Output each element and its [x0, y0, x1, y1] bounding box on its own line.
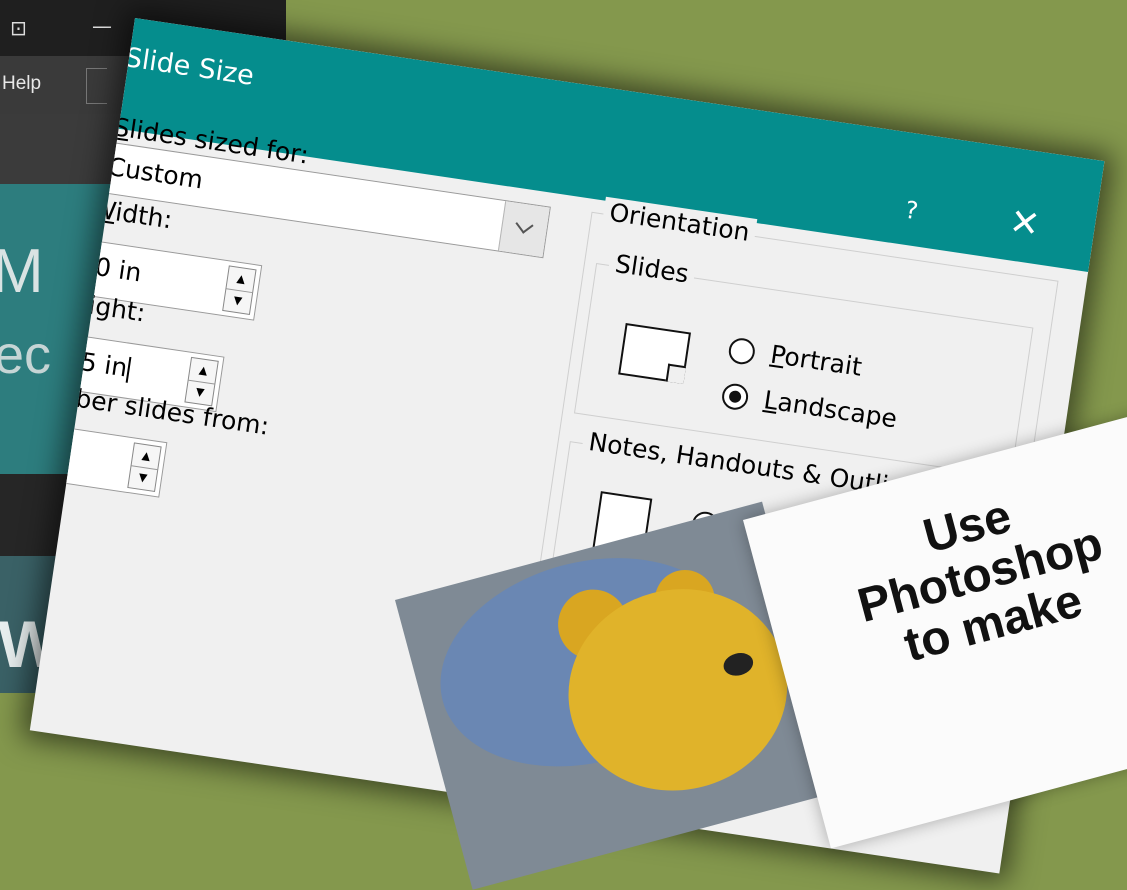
- menu-help[interactable]: Help: [2, 73, 41, 95]
- slide-subtitle-text: ec: [0, 325, 52, 385]
- width-spin-buttons: ▲ ▼: [222, 265, 257, 315]
- spin-down-icon[interactable]: ▼: [128, 465, 157, 491]
- height-spin-buttons: ▲ ▼: [184, 356, 219, 407]
- close-button[interactable]: ✕: [1007, 201, 1043, 246]
- slide-title-text: M: [0, 237, 44, 306]
- restore-icon[interactable]: ⊡: [10, 16, 27, 40]
- chevron-down-icon[interactable]: [497, 201, 550, 258]
- number-spin-buttons: ▲ ▼: [127, 442, 162, 493]
- promo-text: Use Photoshop to make: [852, 489, 1109, 673]
- spin-down-icon[interactable]: ▼: [223, 288, 252, 314]
- minimize-icon[interactable]: —: [92, 14, 112, 38]
- slides-sized-for-value: Custom: [105, 151, 205, 195]
- help-button[interactable]: ?: [903, 196, 920, 226]
- dialog-title: Slide Size: [122, 42, 256, 92]
- ribbon-search-box[interactable]: [86, 68, 107, 104]
- slide-page-icon: [618, 322, 692, 385]
